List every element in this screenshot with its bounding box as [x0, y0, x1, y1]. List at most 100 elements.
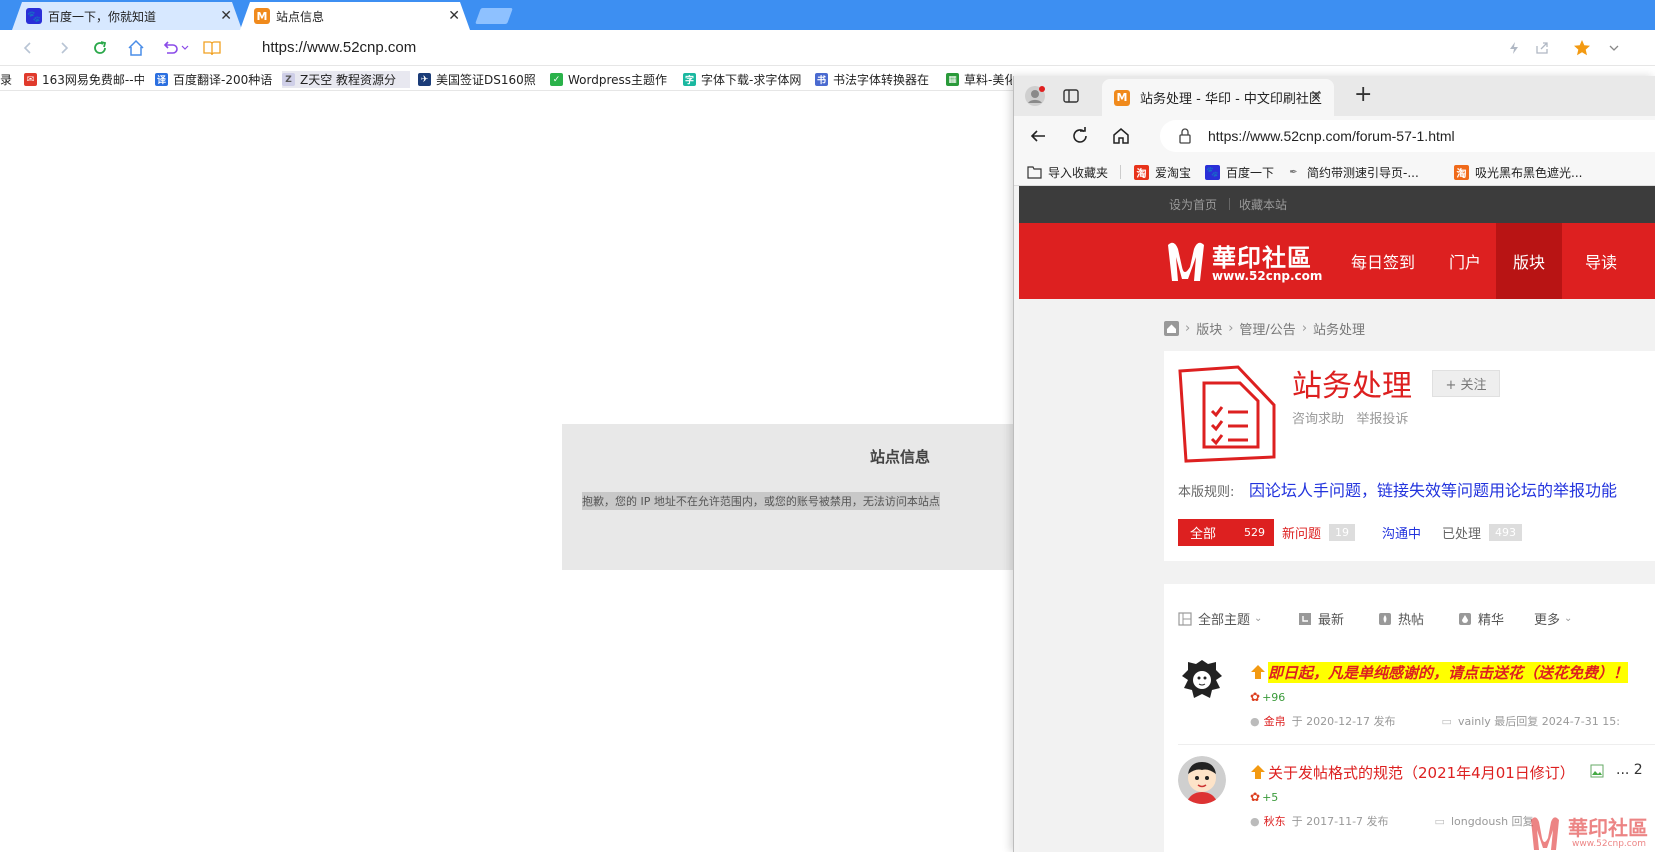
thread-author[interactable]: 秋东 [1264, 813, 1286, 829]
flower-count: ✿ +96 [1250, 690, 1286, 704]
back-icon[interactable] [18, 38, 38, 58]
tab-actions-icon[interactable] [1062, 87, 1080, 105]
site-logo[interactable]: 華印社區 www.52cnp.com [1164, 237, 1322, 285]
favorite-item[interactable]: 淘 爱淘宝 [1134, 163, 1191, 181]
refresh-icon[interactable] [1070, 126, 1090, 146]
edge-browser-window: M 站务处理 - 华印 - 中文印刷社区 ✕ + https://www.52c… [1013, 76, 1655, 852]
watermark-url: www.52cnp.com [1572, 839, 1647, 849]
url-text: https://www.52cnp.com/forum-57-1.html [1208, 128, 1455, 144]
chevron-down-icon[interactable] [180, 38, 190, 58]
set-homepage-link[interactable]: 设为首页 [1169, 196, 1217, 213]
bookmark-item[interactable]: Z Z天空 教程资源分 [282, 71, 410, 88]
bookmark-item[interactable]: ✉ 163网易免费邮--中 [24, 71, 144, 88]
filter-featured[interactable]: 精华 [1458, 609, 1504, 628]
webpage-content: 设为首页 收藏本站 華印社區 www.52cnp.com 每日签到 门户 版块 … [1019, 186, 1655, 852]
site-top-bar: 设为首页 收藏本站 [1019, 186, 1655, 223]
follow-button[interactable]: + 关注 [1432, 370, 1500, 397]
thread-meta: ● 金帛 于 2020-12-17 发布 ▭ vainly 最后回复 2024-… [1250, 713, 1620, 729]
edge-address-bar[interactable]: https://www.52cnp.com/forum-57-1.html [1160, 120, 1655, 152]
filter-hot[interactable]: 热帖 [1378, 609, 1424, 628]
font-icon: 字 [683, 73, 696, 86]
avatar[interactable] [1178, 656, 1226, 704]
import-favorites[interactable]: 导入收藏夹 [1027, 163, 1108, 181]
calligraphy-icon: 书 [815, 73, 828, 86]
close-icon[interactable]: ✕ [1310, 88, 1322, 104]
favorite-item[interactable]: 🐾 百度一下 [1205, 163, 1274, 181]
bookmark-item[interactable]: 字 字体下载-求字体网 [683, 71, 803, 88]
bookmark-item[interactable]: 录 [0, 71, 12, 88]
pinned-icon [1250, 764, 1266, 780]
thread-row[interactable]: 即日起，凡是单纯感谢的，请点击送花（送花免费）！ ✿ +96 ● 金帛 于 20… [1178, 656, 1655, 748]
favorite-item[interactable]: ✒ 简约带测速引导页-... [1286, 163, 1418, 181]
star-icon[interactable] [1572, 38, 1592, 58]
tab-baidu[interactable]: 🐾 百度一下，你就知道 ✕ [12, 2, 242, 30]
avatar[interactable] [1178, 756, 1226, 804]
forward-icon[interactable] [54, 38, 74, 58]
bookmark-item[interactable]: 书 书法字体转换器在 [815, 71, 935, 88]
breadcrumb-item[interactable]: 管理/公告 [1239, 319, 1295, 338]
plane-icon: ✈ [418, 73, 431, 86]
filter-all-threads[interactable]: 全部主题 ⌄ [1178, 609, 1262, 628]
address-bar[interactable]: https://www.52cnp.com [262, 39, 416, 56]
lightning-icon[interactable] [1504, 38, 1524, 58]
thread-last-reply: longdoush 回复 [1450, 815, 1534, 828]
breadcrumb-item[interactable]: 站务处理 [1313, 319, 1365, 338]
favorite-item[interactable]: 淘 吸光黑布黑色遮光... [1454, 163, 1582, 181]
profile-avatar-icon[interactable] [1024, 85, 1046, 107]
edge-active-tab[interactable]: M 站务处理 - 华印 - 中文印刷社区 ✕ [1102, 79, 1334, 116]
close-icon[interactable]: ✕ [220, 8, 232, 24]
back-icon[interactable] [1028, 126, 1048, 146]
share-icon[interactable] [1532, 38, 1552, 58]
edge-toolbar: https://www.52cnp.com/forum-57-1.html [1014, 116, 1655, 156]
bookmark-item[interactable]: 译 百度翻译-200种语 [155, 71, 273, 88]
breadcrumb-item[interactable]: 版块 [1196, 319, 1222, 338]
bookmark-item[interactable]: ✈ 美国签证DS160照 [418, 71, 538, 88]
notice-title: 站点信息 [870, 448, 931, 466]
nav-daily-checkin[interactable]: 每日签到 [1335, 223, 1431, 299]
filter-more[interactable]: 更多 ⌄ [1534, 609, 1572, 628]
thread-title[interactable]: 关于发帖格式的规范（2021年4月01日修订） [1268, 762, 1575, 783]
bookmark-item[interactable]: ✓ Wordpress主题作 [550, 71, 670, 88]
filter-latest[interactable]: 最新 [1298, 609, 1344, 628]
tab-site-info[interactable]: M 站点信息 ✕ [240, 2, 470, 30]
logo-text: 華印社區 [1212, 243, 1312, 272]
forum-info-card: 站务处理 + 关注 咨询求助 举报投诉 本版规则: 因论坛人手问题，链接失效等问… [1164, 351, 1655, 561]
filter-resolved[interactable]: 已处理 493 [1442, 519, 1523, 546]
new-tab-plus-icon[interactable]: + [1354, 84, 1376, 107]
filter-new[interactable]: 新问题 19 [1282, 519, 1356, 546]
52cnp-logo-icon: M [1114, 89, 1130, 106]
home-icon[interactable] [126, 38, 146, 58]
comment-icon: ▭ [1441, 714, 1452, 728]
pen-icon: ✒ [1289, 166, 1298, 178]
nav-guide[interactable]: 导读 [1569, 223, 1633, 299]
chevron-down-icon: ⌄ [1564, 613, 1573, 624]
filter-in-progress[interactable]: 沟通中 [1382, 519, 1421, 546]
home-icon[interactable] [1111, 126, 1131, 146]
filter-all[interactable]: 全部 529 [1178, 519, 1274, 546]
thread-last-reply: vainly 最后回复 2024-7-31 15: [1457, 715, 1620, 728]
bookmark-item[interactable]: ▦ 草料-美化 [946, 71, 1012, 88]
tab-label: 站点信息 [276, 9, 325, 24]
home-icon[interactable] [1164, 321, 1179, 336]
refresh-icon[interactable] [90, 38, 110, 58]
leaf-icon: ✓ [550, 73, 563, 86]
chevron-right-icon: › [1301, 321, 1308, 336]
thread-author[interactable]: 金帛 [1264, 713, 1286, 729]
chevron-down-icon[interactable] [1604, 38, 1624, 58]
undo-icon[interactable] [160, 38, 180, 58]
user-icon: ● [1250, 714, 1260, 728]
nav-forums[interactable]: 版块 [1496, 223, 1562, 299]
rules-text[interactable]: 因论坛人手问题，链接失效等问题用论坛的举报功能 [1249, 477, 1617, 501]
taobao-icon: 淘 [1134, 164, 1149, 180]
forum-document-icon [1178, 365, 1276, 463]
bookmark-site-link[interactable]: 收藏本站 [1239, 196, 1287, 213]
new-tab-button[interactable] [475, 8, 513, 24]
thread-title[interactable]: 即日起，凡是单纯感谢的，请点击送花（送花免费）！ [1268, 662, 1629, 683]
close-icon[interactable]: ✕ [448, 8, 460, 24]
reader-book-icon[interactable] [202, 38, 222, 58]
nav-portal[interactable]: 门户 [1433, 223, 1497, 299]
lock-icon [1178, 128, 1192, 144]
flower-icon: ✿ [1250, 790, 1261, 804]
qrcode-icon: ▦ [946, 73, 959, 86]
thread-page-links[interactable]: ... 2 [1616, 762, 1643, 778]
